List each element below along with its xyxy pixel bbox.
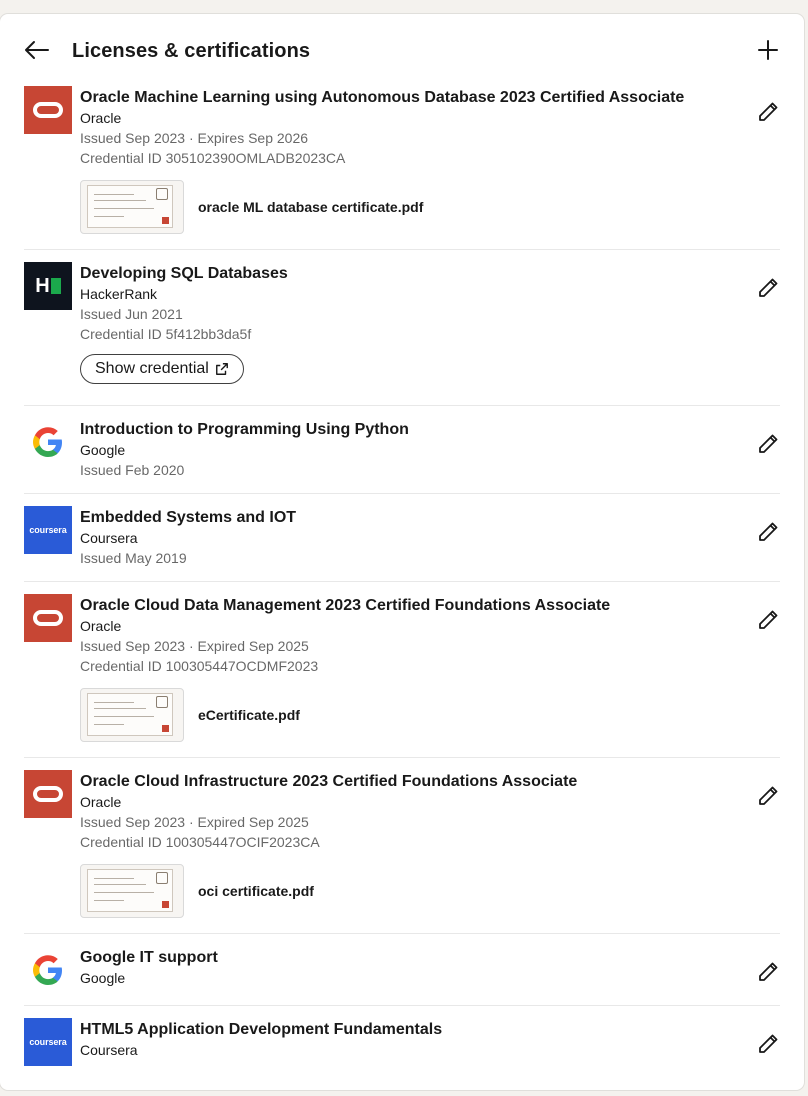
cert-title: Oracle Cloud Data Management 2023 Certif… xyxy=(80,597,611,614)
page-title: Licenses & certifications xyxy=(72,40,311,62)
cert-issuer: Oracle xyxy=(80,110,122,126)
credential-id: Credential ID 100305447OCDMF2023 xyxy=(80,658,319,674)
attachment-name: oci certificate.pdf xyxy=(198,883,314,899)
add-button[interactable] xyxy=(756,38,780,62)
oracle-logo xyxy=(24,770,72,818)
google-logo xyxy=(24,946,72,994)
hackerrank-logo-text: H xyxy=(35,274,50,297)
cert-dates: Issued Sep 2023 · Expires Sep 2026 xyxy=(80,130,309,146)
cert-item: coursera Embedded Systems and IOT Course… xyxy=(24,506,780,582)
cert-item: Oracle Cloud Data Management 2023 Certif… xyxy=(24,594,780,758)
cert-item: Introduction to Programming Using Python… xyxy=(24,418,780,494)
cert-issuer: Coursera xyxy=(80,1042,138,1058)
credential-id: Credential ID 5f412bb3da5f xyxy=(80,326,252,342)
cert-title: Embedded Systems and IOT xyxy=(80,509,297,526)
cert-dates: Issued Sep 2023 · Expired Sep 2025 xyxy=(80,638,309,654)
cert-dates: Issued Feb 2020 xyxy=(80,462,185,478)
certificate-thumbnail xyxy=(80,180,184,234)
licenses-certifications-card: Licenses & certifications Oracle Machine… xyxy=(0,14,804,1090)
pencil-icon xyxy=(759,434,778,453)
attachment[interactable]: oci certificate.pdf xyxy=(80,864,780,918)
cert-title: Introduction to Programming Using Python xyxy=(80,421,409,438)
external-link-icon xyxy=(215,363,228,375)
pencil-icon xyxy=(759,786,778,805)
cert-title: Oracle Cloud Infrastructure 2023 Certifi… xyxy=(80,773,578,790)
google-logo xyxy=(24,418,72,466)
cert-item: Oracle Cloud Infrastructure 2023 Certifi… xyxy=(24,770,780,934)
cert-title: Google IT support xyxy=(80,949,218,966)
show-credential-button[interactable]: Show credential xyxy=(80,354,244,384)
attachment-name: oracle ML database certificate.pdf xyxy=(198,199,424,215)
cert-title: HTML5 Application Development Fundamenta… xyxy=(80,1021,443,1038)
cert-dates: Issued Jun 2021 xyxy=(80,306,183,322)
cert-dates: Issued May 2019 xyxy=(80,550,187,566)
edit-button[interactable] xyxy=(756,520,780,544)
cert-issuer: Google xyxy=(80,970,126,986)
cert-title: Developing SQL Databases xyxy=(80,265,288,282)
edit-button[interactable] xyxy=(756,432,780,456)
cert-item: Google IT support Google xyxy=(24,946,780,1006)
pencil-icon xyxy=(759,1034,778,1053)
section-header: Licenses & certifications xyxy=(0,14,804,80)
oracle-logo xyxy=(24,594,72,642)
pencil-icon xyxy=(759,102,778,121)
plus-icon xyxy=(758,40,778,60)
arrow-left-icon xyxy=(25,41,49,59)
edit-button[interactable] xyxy=(756,100,780,124)
credential-id: Credential ID 305102390OMLADB2023CA xyxy=(80,150,346,166)
edit-button[interactable] xyxy=(756,608,780,632)
oracle-logo xyxy=(24,86,72,134)
cert-item: H Developing SQL Databases HackerRank Is… xyxy=(24,262,780,406)
pencil-icon xyxy=(759,522,778,541)
cert-item: coursera HTML5 Application Development F… xyxy=(24,1018,780,1078)
cert-item: Oracle Machine Learning using Autonomous… xyxy=(24,86,780,250)
attachment-name: eCertificate.pdf xyxy=(198,707,300,723)
edit-button[interactable] xyxy=(756,784,780,808)
certificate-thumbnail xyxy=(80,864,184,918)
cert-issuer: HackerRank xyxy=(80,286,158,302)
back-button[interactable] xyxy=(22,38,50,62)
edit-button[interactable] xyxy=(756,960,780,984)
cert-issuer: Oracle xyxy=(80,618,122,634)
certificate-thumbnail xyxy=(80,688,184,742)
pencil-icon xyxy=(759,962,778,981)
edit-button[interactable] xyxy=(756,1032,780,1056)
cert-dates: Issued Sep 2023 · Expired Sep 2025 xyxy=(80,814,309,830)
coursera-logo: coursera xyxy=(24,1018,72,1066)
pencil-icon xyxy=(759,278,778,297)
pencil-icon xyxy=(759,610,778,629)
edit-button[interactable] xyxy=(756,276,780,300)
cert-issuer: Oracle xyxy=(80,794,122,810)
attachment[interactable]: oracle ML database certificate.pdf xyxy=(80,180,780,234)
hackerrank-logo: H xyxy=(24,262,72,310)
coursera-logo: coursera xyxy=(24,506,72,554)
attachment[interactable]: eCertificate.pdf xyxy=(80,688,780,742)
cert-issuer: Coursera xyxy=(80,530,138,546)
cert-issuer: Google xyxy=(80,442,126,458)
show-credential-label: Show credential xyxy=(95,360,209,377)
cert-title: Oracle Machine Learning using Autonomous… xyxy=(80,89,685,106)
credential-id: Credential ID 100305447OCIF2023CA xyxy=(80,834,320,850)
